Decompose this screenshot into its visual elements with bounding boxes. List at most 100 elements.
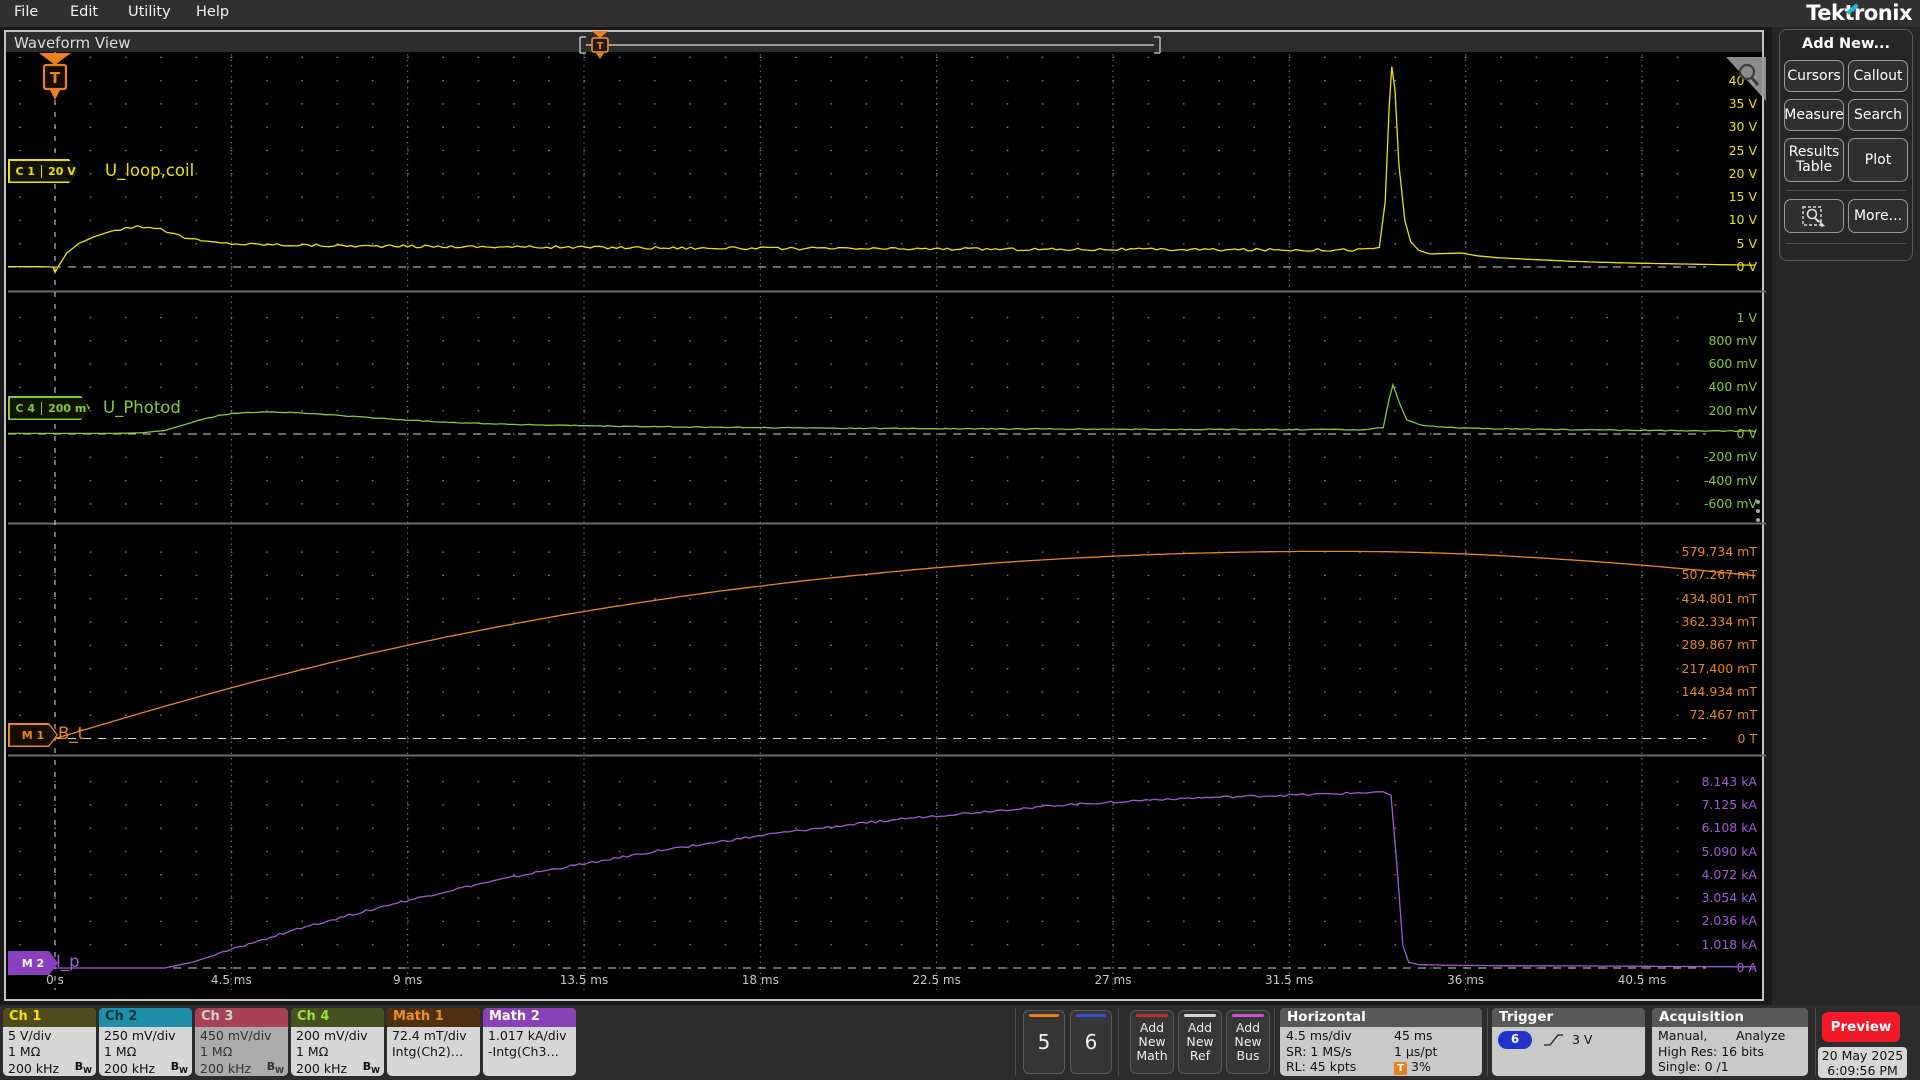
channel-scale: 250 mV/div (104, 1028, 176, 1043)
trigger-position-percent: 3% (1411, 1059, 1431, 1074)
channel-scale: 1.017 kA/div (488, 1028, 567, 1043)
channel-badge-ch2[interactable]: Ch 2 250 mV/div 1 MΩ 200 kHz BW (99, 1008, 192, 1076)
channel-impedance: 1 MΩ (200, 1043, 233, 1059)
record-left-bracket (579, 36, 586, 54)
ch4-badge[interactable]: C 4 200 mV (8, 396, 90, 420)
channel-bandwidth: 200 kHz (104, 1061, 156, 1076)
menu-bar: File Edit Utility Help Tektronix (0, 0, 1920, 27)
channel-badge-math1[interactable]: Math 1 72.4 mT/div Intg(Ch2)… (387, 1008, 480, 1076)
acquisition-analyze: Analyze (1736, 1028, 1786, 1043)
menu-utility[interactable]: Utility (128, 4, 171, 20)
scope-button-6[interactable]: 6 (1070, 1010, 1112, 1074)
search-button[interactable]: Search (1848, 99, 1908, 131)
channel-scale: 200 mV/div (296, 1028, 368, 1043)
channel-badge-header: Ch 2 (99, 1008, 192, 1027)
scope-button-5[interactable]: 5 (1023, 1010, 1065, 1074)
sample-rate: SR: 1 MS/s (1286, 1043, 1352, 1059)
add-new-panel: Add New... Cursors Callout Measure Searc… (1779, 29, 1913, 261)
math2-waveform-label[interactable]: I_p (56, 952, 80, 971)
more-button[interactable]: More... (1848, 199, 1908, 233)
menu-file[interactable]: File (14, 4, 38, 20)
channel-badge-header: Ch 4 (291, 1008, 384, 1027)
svg-text:T: T (50, 69, 61, 87)
plot-button[interactable]: Plot (1848, 138, 1908, 182)
horizontal-panel-title: Horizontal (1280, 1008, 1482, 1027)
menu-help[interactable]: Help (196, 4, 229, 20)
callout-button[interactable]: Callout (1848, 60, 1908, 92)
bandwidth-limit-icon: BW (362, 1060, 380, 1076)
measure-button[interactable]: Measure (1784, 99, 1844, 131)
date: 20 May 2025 (1821, 1048, 1904, 1063)
channel-impedance: 1 MΩ (8, 1043, 41, 1059)
waveform-view-window[interactable]: Waveform View (4, 30, 1764, 1001)
channel-scale: 72.4 mT/div (392, 1028, 467, 1043)
svg-text:T: T (597, 41, 604, 52)
trigger-level: 3 V (1572, 1032, 1593, 1047)
divider (1274, 1008, 1275, 1076)
channel-badge-math2[interactable]: Math 2 1.017 kA/div -Intg(Ch3… (483, 1008, 576, 1076)
divider (1118, 1008, 1119, 1076)
channel-scale: 5 V/div (8, 1028, 52, 1043)
zoom-overview-icon[interactable] (1726, 57, 1766, 101)
oscilloscope-screen: File Edit Utility Help Tektronix Wavefor… (0, 0, 1920, 1080)
channel-impedance: 1 MΩ (104, 1043, 137, 1059)
channel-impedance: Intg(Ch2)… (392, 1043, 464, 1059)
record-view-bar[interactable]: T (572, 29, 1172, 61)
bottom-settings-bar: Ch 15 V/div 1 MΩ 200 kHz BW Ch 2 250 mV/div 1 … (0, 1005, 1920, 1080)
divider (1786, 243, 1906, 244)
channel-badge-header: Ch 3 (195, 1008, 288, 1027)
color-stripe (1029, 1014, 1059, 1017)
color-stripe (1076, 1014, 1106, 1017)
zoom-select-button[interactable] (1784, 199, 1844, 233)
acquisition-panel-title: Acquisition (1652, 1008, 1808, 1027)
math1-badge[interactable]: M 1 (8, 723, 58, 747)
menu-edit[interactable]: Edit (70, 4, 98, 20)
results-table-button[interactable]: Results Table (1784, 138, 1844, 182)
acquisition-single: Single: 0 /1 (1658, 1059, 1729, 1074)
color-stripe (1136, 1014, 1168, 1017)
math1-waveform-label[interactable]: B_t (58, 724, 84, 743)
add-new-ref-button[interactable]: Add New Ref (1178, 1010, 1222, 1074)
divider (1487, 1008, 1488, 1076)
horizontal-panel[interactable]: Horizontal 4.5 ms/div 45 ms SR: 1 MS/s 1 µ… (1280, 1008, 1482, 1076)
ch1-badge[interactable]: C 1 20 V (8, 159, 78, 183)
record-length: RL: 45 kpts (1286, 1059, 1357, 1074)
preview-button[interactable]: Preview (1822, 1012, 1900, 1042)
channel-badge-ch1[interactable]: Ch 15 V/div 1 MΩ 200 kHz BW (3, 1008, 96, 1076)
color-stripe (1184, 1014, 1216, 1017)
ch1-waveform-label[interactable]: U_loop,coil (105, 161, 194, 180)
acquisition-resolution: High Res: 16 bits (1658, 1043, 1764, 1059)
bandwidth-limit-icon: BW (74, 1060, 92, 1076)
trigger-flag-icon[interactable]: T (39, 52, 73, 104)
datetime-display: 20 May 2025 6:09:56 PM (1818, 1047, 1907, 1078)
math1-badge-id: M 1 (21, 728, 45, 742)
splitter-handle[interactable] (1756, 495, 1760, 527)
bandwidth-limit-icon: BW (266, 1060, 284, 1076)
trigger-panel[interactable]: Trigger 6 3 V (1492, 1008, 1645, 1076)
trigger-panel-title: Trigger (1492, 1008, 1645, 1027)
bandwidth-limit-icon: BW (170, 1060, 188, 1076)
channel-badge-header: Math 1 (387, 1008, 480, 1027)
channel-badge-ch4[interactable]: Ch 4 200 mV/div 1 MΩ 200 kHz BW (291, 1008, 384, 1076)
horizontal-scale: 4.5 ms/div (1286, 1028, 1352, 1043)
channel-bandwidth: 200 kHz (296, 1061, 348, 1076)
record-right-bracket (1154, 36, 1161, 54)
time: 6:09:56 PM (1827, 1063, 1898, 1078)
color-stripe (1232, 1014, 1264, 1017)
trigger-position-pin-icon[interactable]: T (591, 31, 609, 59)
rising-edge-icon (1544, 1033, 1563, 1046)
ch4-waveform-label[interactable]: U_Photod (103, 398, 181, 417)
trigger-position-icon: T (1394, 1062, 1407, 1075)
channel-bandwidth: 200 kHz (200, 1061, 252, 1076)
math2-badge-id: M 2 (21, 956, 45, 970)
channel-bandwidth: 200 kHz (8, 1061, 60, 1076)
divider (1786, 190, 1906, 191)
add-new-math-button[interactable]: Add New Math (1130, 1010, 1174, 1074)
add-new-bus-button[interactable]: Add New Bus (1226, 1010, 1270, 1074)
cursors-button[interactable]: Cursors (1784, 60, 1844, 92)
channel-badge-header: Ch 1 (3, 1008, 96, 1027)
acquisition-panel[interactable]: Acquisition Manual, Analyze High Res: 16 … (1652, 1008, 1808, 1076)
channel-badge-ch3[interactable]: Ch 3 450 mV/div 1 MΩ 200 kHz BW (195, 1008, 288, 1076)
math2-badge[interactable]: M 2 (8, 951, 58, 975)
channel-impedance: 1 MΩ (296, 1043, 329, 1059)
